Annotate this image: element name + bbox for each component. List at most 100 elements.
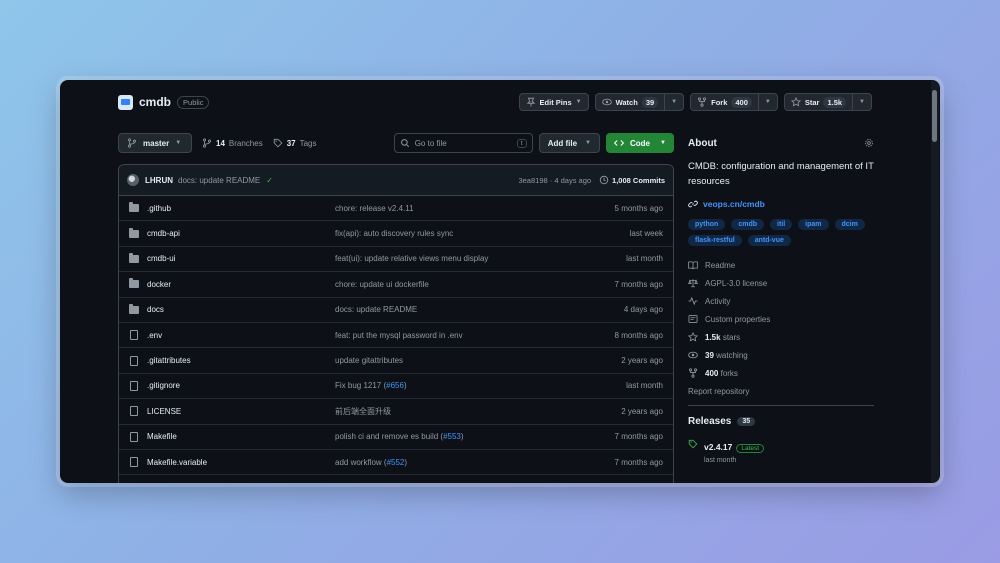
tags-link[interactable]: 37 Tags <box>273 138 317 148</box>
license-link[interactable]: AGPL-3.0 license <box>688 277 874 289</box>
file-commit-message[interactable]: add workflow (#552) <box>335 458 563 467</box>
repo-name[interactable]: cmdb <box>139 95 171 109</box>
star-button[interactable]: Star 1.5k ▼ <box>783 93 872 111</box>
tags-count: 37 <box>286 138 296 148</box>
file-commit-time: 7 months ago <box>614 457 663 467</box>
commit-author[interactable]: LHRUN <box>145 176 173 185</box>
file-commit-message[interactable]: feat: put the mysql password in .env <box>335 331 563 340</box>
file-row[interactable]: Makefile.variable add workflow (#552) 7 mo… <box>119 450 673 476</box>
file-row[interactable]: cmdb-ui feat(ui): update relative views m… <box>119 247 673 273</box>
chevron-down-icon[interactable]: ▼ <box>859 99 865 105</box>
custom-properties-label: Custom properties <box>705 314 771 324</box>
file-row[interactable]: .gitignore Fix bug 1217 (#656) last month <box>119 374 673 400</box>
branch-selector[interactable]: master ▼ <box>118 133 192 153</box>
file-commit-message[interactable]: chore: update ui dockerfile <box>335 280 563 289</box>
file-name[interactable]: .gitignore <box>147 381 180 390</box>
watch-label: Watch <box>615 97 638 107</box>
topic-tag[interactable]: antd-vue <box>747 235 791 246</box>
file-row[interactable]: Makefile polish ci and remove es build (#… <box>119 425 673 450</box>
chevron-down-icon[interactable]: ▼ <box>765 99 771 105</box>
latest-release[interactable]: v2.4.17 Latest last month <box>688 437 874 464</box>
file-row[interactable]: cmdb-api fix(api): auto discovery rules s… <box>119 221 673 247</box>
forks-label: forks <box>720 368 738 378</box>
activity-link[interactable]: Activity <box>688 295 874 307</box>
releases-header[interactable]: Releases 35 <box>688 416 874 427</box>
custom-properties-link[interactable]: Custom properties <box>688 313 874 325</box>
topic-tag[interactable]: python <box>688 219 726 230</box>
file-name[interactable]: .env <box>147 331 162 340</box>
go-to-file-input[interactable]: Go to file t <box>393 133 533 153</box>
file-commit-time: 7 months ago <box>614 279 663 289</box>
file-commit-message[interactable]: 前后端全面升级 <box>335 406 563 417</box>
chevron-down-icon[interactable]: ▼ <box>671 99 677 105</box>
star-icon <box>688 332 698 342</box>
forks-link[interactable]: 400 forks <box>688 367 874 379</box>
fork-button[interactable]: Fork 400 ▼ <box>690 93 778 111</box>
file-commit-message[interactable]: fix(api): auto discovery rules sync <box>335 229 563 238</box>
file-name[interactable]: Makefile <box>147 432 177 441</box>
file-name[interactable]: docker <box>147 280 171 289</box>
code-button[interactable]: Code ▼ <box>606 133 674 153</box>
report-repository-link[interactable]: Report repository <box>688 385 874 397</box>
pr-link[interactable]: #552 <box>387 458 405 467</box>
pin-icon <box>526 97 535 107</box>
scroll-thumb[interactable] <box>932 90 937 142</box>
homepage-link[interactable]: veops.cn/cmdb <box>688 199 874 209</box>
file-row[interactable]: LICENSE 前后端全面升级 2 years ago <box>119 399 673 425</box>
file-name[interactable]: cmdb-api <box>147 229 180 238</box>
commit-hash: 3ea8198 <box>518 175 548 185</box>
topic-tag[interactable]: ipam <box>798 219 829 230</box>
file-row[interactable]: docs docs: update README 4 days ago <box>119 298 673 323</box>
branch-icon <box>127 138 137 148</box>
file-commit-message[interactable]: chore: release v2.4.11 <box>335 204 563 213</box>
file-name[interactable]: Makefile.variable <box>147 458 207 467</box>
stars-link[interactable]: 1.5k stars <box>688 331 874 343</box>
file-row[interactable]: .github chore: release v2.4.11 5 months ag… <box>119 196 673 222</box>
star-count: 1.5k <box>823 96 847 108</box>
commit-hash-time[interactable]: 3ea8198 · 4 days ago <box>518 176 591 185</box>
branches-link[interactable]: 14 Branches <box>202 138 263 148</box>
file-commit-message[interactable]: feat(ui): update relative views menu dis… <box>335 254 563 263</box>
file-row[interactable]: .env feat: put the mysql password in .env… <box>119 323 673 349</box>
release-tag: v2.4.17 <box>704 442 733 452</box>
file-name[interactable]: docs <box>147 305 164 314</box>
file-row[interactable]: .gitattributes update gitattributes 2 year… <box>119 348 673 374</box>
pr-link[interactable]: #553 <box>443 432 461 441</box>
topic-tag[interactable]: dcim <box>834 219 865 230</box>
toolbar-right: Go to file t Add file ▼ Code ▼ <box>393 133 674 153</box>
topic-tag[interactable]: flask-restful <box>688 235 742 246</box>
search-icon <box>400 139 409 148</box>
chevron-down-icon: ▼ <box>175 140 182 146</box>
file-row[interactable]: docker chore: update ui dockerfile 7 month… <box>119 272 673 298</box>
file-commit-message[interactable]: Fix bug 1217 (#656) <box>335 381 563 390</box>
fork-label: Fork <box>711 97 728 107</box>
scrollbar[interactable] <box>931 80 939 483</box>
commit-message[interactable]: docs: update README <box>178 176 260 185</box>
check-icon[interactable]: ✓ <box>266 176 273 185</box>
file-name[interactable]: LICENSE <box>147 407 181 416</box>
file-commit-message[interactable]: update gitattributes <box>335 356 563 365</box>
watch-button[interactable]: Watch 39 ▼ <box>594 93 685 111</box>
readme-link[interactable]: Readme <box>688 259 874 271</box>
commit-text: fix(api): auto discovery rules sync <box>335 229 454 239</box>
file-commit-message[interactable]: polish ci and remove es build (#553) <box>335 432 563 441</box>
topic-tag[interactable]: itil <box>770 219 793 230</box>
file-name[interactable]: cmdb-ui <box>147 254 175 263</box>
watching-text: 39 watching <box>705 351 748 360</box>
topic-tag[interactable]: cmdb <box>731 219 764 230</box>
avatar[interactable] <box>127 174 139 186</box>
folder-icon <box>129 278 139 289</box>
topics-list: python cmdb itil ipam dcim flask-restful antd-… <box>688 219 874 246</box>
edit-pins-button[interactable]: Edit Pins ▼ <box>518 93 589 111</box>
add-file-button[interactable]: Add file ▼ <box>538 133 600 153</box>
gear-icon[interactable] <box>864 138 874 148</box>
pr-link[interactable]: #656 <box>386 381 404 390</box>
commits-link[interactable]: 1,008 Commits <box>599 175 665 185</box>
file-name[interactable]: .gitattributes <box>147 356 191 365</box>
file-commit-message[interactable]: docs: update README <box>335 305 563 314</box>
divider <box>688 405 874 406</box>
file-commit-time: 4 days ago <box>623 305 663 315</box>
file-name[interactable]: .github <box>147 204 171 213</box>
watching-link[interactable]: 39 watching <box>688 349 874 361</box>
file-name-cell: LICENSE <box>129 406 335 417</box>
